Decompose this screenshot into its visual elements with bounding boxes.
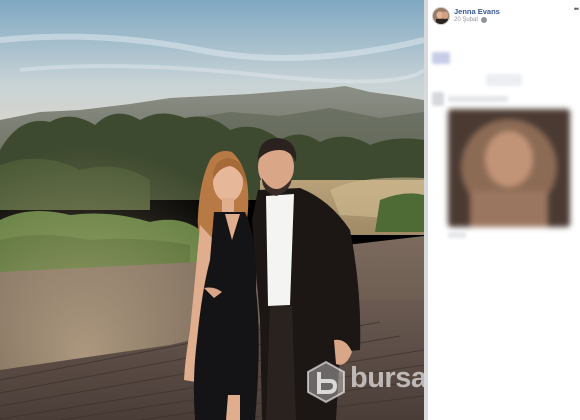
avatar[interactable] xyxy=(432,7,450,25)
watermark-logo-icon xyxy=(307,360,345,404)
avatar-image xyxy=(433,8,449,24)
blurred-line xyxy=(448,232,466,238)
watermark: bursa xyxy=(304,358,424,408)
watermark-text: bursa xyxy=(350,362,424,394)
post-meta: 20 Şubat xyxy=(454,17,488,23)
post-photo[interactable]: bursa xyxy=(0,0,424,420)
photo-image xyxy=(0,0,424,420)
blurred-reaction-bar xyxy=(432,52,450,64)
post-sidebar: Jenna Evans 20 Şubat •• xyxy=(428,0,580,420)
blurred-line xyxy=(448,96,508,102)
ellipsis-icon[interactable]: •• xyxy=(574,5,579,14)
post-header: Jenna Evans 20 Şubat •• xyxy=(428,0,580,32)
photo-viewer: bursa Jenna Evans 20 Şubat •• xyxy=(0,0,580,420)
blurred-line xyxy=(486,74,522,86)
globe-icon xyxy=(481,17,488,23)
post-date[interactable]: 20 Şubat xyxy=(454,17,478,23)
blurred-line xyxy=(432,92,444,106)
blurred-comment-image xyxy=(448,109,570,227)
post-author-name[interactable]: Jenna Evans xyxy=(454,7,500,16)
